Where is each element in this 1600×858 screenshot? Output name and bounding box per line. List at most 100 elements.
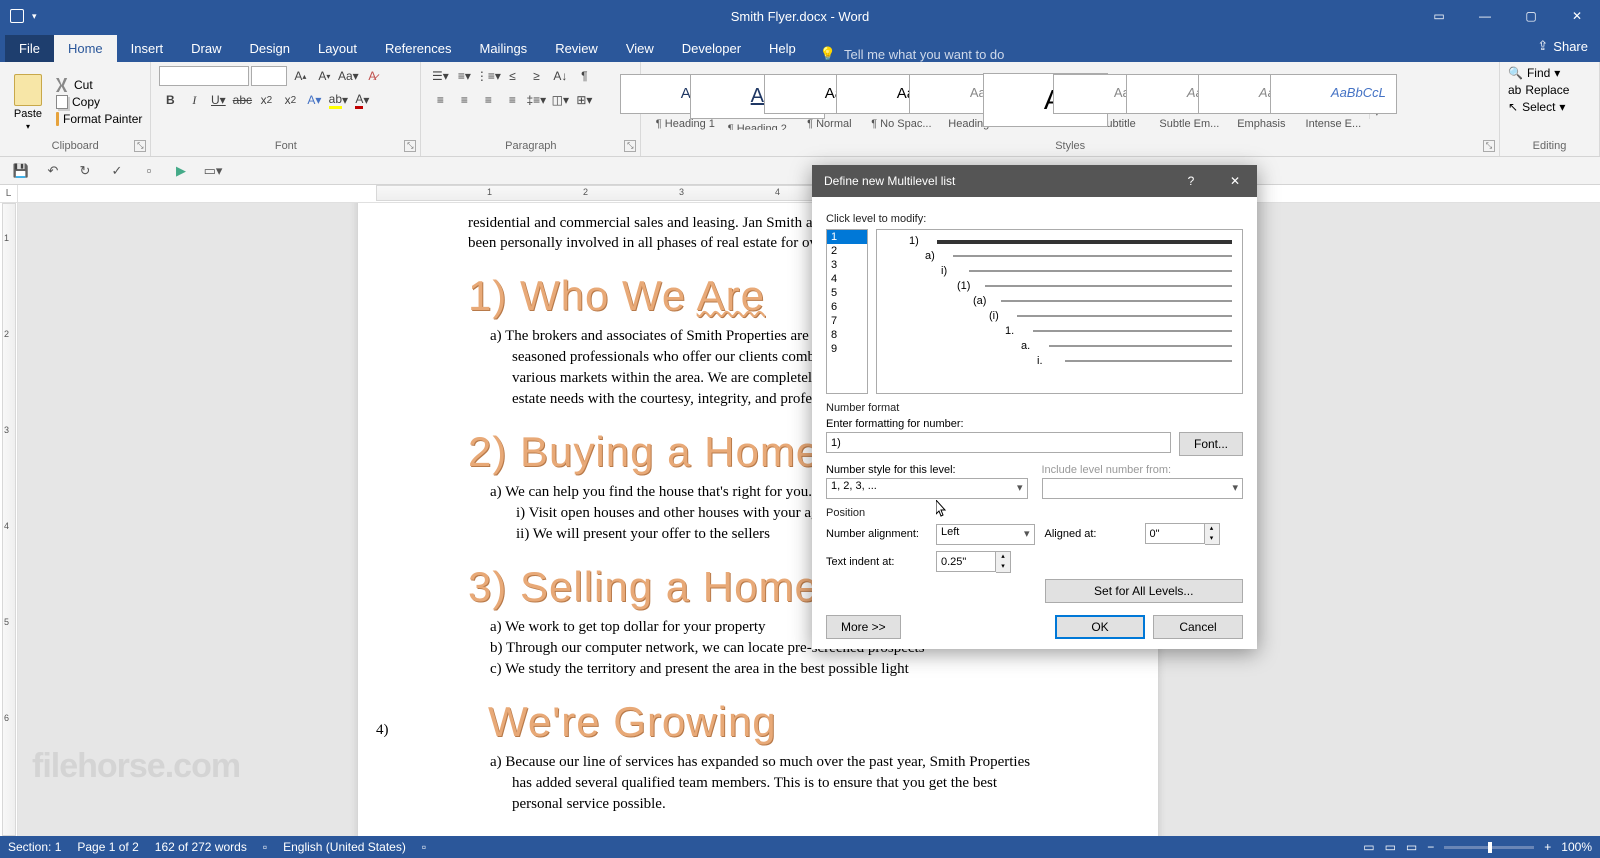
ok-button[interactable]: OK	[1055, 615, 1145, 639]
underline-button[interactable]: U▾	[207, 90, 229, 110]
autosave-icon[interactable]	[10, 9, 24, 23]
set-for-all-levels-button[interactable]: Set for All Levels...	[1045, 579, 1244, 603]
tab-layout[interactable]: Layout	[304, 35, 371, 62]
level-option-4[interactable]: 4	[827, 272, 867, 286]
superscript-button[interactable]: x2	[279, 90, 301, 110]
dialog-close-button[interactable]: ✕	[1213, 165, 1257, 197]
align-center-button[interactable]: ≡	[453, 90, 475, 110]
tell-me[interactable]: 💡 Tell me what you want to do	[820, 46, 1005, 62]
grow-font-button[interactable]: A▴	[289, 66, 311, 86]
font-size-combo[interactable]	[251, 66, 287, 86]
status-language[interactable]: English (United States)	[283, 840, 406, 854]
view-print-icon[interactable]: ▭	[1385, 840, 1396, 854]
tab-insert[interactable]: Insert	[117, 35, 178, 62]
play-icon[interactable]: ▶	[172, 162, 190, 180]
font-launcher[interactable]: ⤡	[404, 140, 416, 152]
sort-button[interactable]: A↓	[549, 66, 571, 86]
level-option-9[interactable]: 9	[827, 342, 867, 356]
number-style-select[interactable]: 1, 2, 3, ...	[826, 478, 1028, 499]
find-button[interactable]: 🔍Find ▾	[1508, 66, 1560, 80]
level-option-5[interactable]: 5	[827, 286, 867, 300]
share-button[interactable]: ⇪ Share	[1537, 38, 1588, 54]
zoom-in-button[interactable]: +	[1544, 840, 1551, 854]
bullets-button[interactable]: ☰▾	[429, 66, 451, 86]
line-spacing-button[interactable]: ‡≡▾	[525, 90, 547, 110]
select-button[interactable]: ↖Select ▾	[1508, 100, 1565, 114]
status-macro-icon[interactable]: ▫	[422, 840, 426, 854]
font-button[interactable]: Font...	[1179, 432, 1243, 456]
styles-launcher[interactable]: ⤡	[1483, 140, 1495, 152]
view-web-icon[interactable]: ▭	[1406, 840, 1417, 854]
tab-references[interactable]: References	[371, 35, 465, 62]
page-icon[interactable]: ▭▾	[204, 162, 222, 180]
multilevel-list-button[interactable]: ⋮≡▾	[477, 66, 499, 86]
tab-home[interactable]: Home	[54, 35, 117, 62]
aligned-at-spinner[interactable]: ▴▾	[1145, 523, 1244, 545]
redo-icon[interactable]: ↻	[76, 162, 94, 180]
decrease-indent-button[interactable]: ≤	[501, 66, 523, 86]
cut-button[interactable]: Cut	[56, 78, 142, 92]
font-name-combo[interactable]	[159, 66, 249, 86]
paragraph-launcher[interactable]: ⤡	[624, 140, 636, 152]
shrink-font-button[interactable]: A▾	[313, 66, 335, 86]
minimize-button[interactable]: —	[1462, 0, 1508, 32]
status-proofing-icon[interactable]: ▫	[263, 840, 267, 854]
vertical-ruler[interactable]: 123456	[0, 203, 18, 836]
justify-button[interactable]: ≡	[501, 90, 523, 110]
dialog-titlebar[interactable]: Define new Multilevel list ? ✕	[812, 165, 1257, 197]
level-option-2[interactable]: 2	[827, 244, 867, 258]
tab-design[interactable]: Design	[236, 35, 304, 62]
level-option-7[interactable]: 7	[827, 314, 867, 328]
borders-button[interactable]: ⊞▾	[573, 90, 595, 110]
qat-dropdown-icon[interactable]: ▾	[32, 11, 37, 22]
ribbon-display-options[interactable]: ▭	[1416, 0, 1462, 32]
font-color-button[interactable]: A▾	[351, 90, 373, 110]
increase-indent-button[interactable]: ≥	[525, 66, 547, 86]
status-section[interactable]: Section: 1	[8, 840, 61, 854]
touch-icon[interactable]: ✓	[108, 162, 126, 180]
status-words[interactable]: 162 of 272 words	[155, 840, 247, 854]
align-right-button[interactable]: ≡	[477, 90, 499, 110]
number-alignment-select[interactable]: Left	[936, 524, 1035, 545]
more-button[interactable]: More >>	[826, 615, 901, 639]
text-indent-input[interactable]	[936, 551, 996, 572]
level-option-3[interactable]: 3	[827, 258, 867, 272]
tab-review[interactable]: Review	[541, 35, 612, 62]
style-9[interactable]: AaBbCcLIntense E...	[1297, 73, 1369, 131]
maximize-button[interactable]: ▢	[1508, 0, 1554, 32]
level-option-6[interactable]: 6	[827, 300, 867, 314]
include-level-select[interactable]	[1042, 478, 1244, 499]
level-option-8[interactable]: 8	[827, 328, 867, 342]
undo-icon[interactable]: ↶	[44, 162, 62, 180]
tab-help[interactable]: Help	[755, 35, 810, 62]
tab-view[interactable]: View	[612, 35, 668, 62]
tab-file[interactable]: File	[5, 35, 54, 62]
save-icon[interactable]: 💾	[12, 162, 30, 180]
zoom-level[interactable]: 100%	[1561, 840, 1592, 854]
zoom-slider[interactable]	[1444, 846, 1534, 849]
new-doc-icon[interactable]: ▫	[140, 162, 158, 180]
replace-button[interactable]: abReplace	[1508, 83, 1569, 97]
highlight-button[interactable]: ab▾	[327, 90, 349, 110]
text-indent-spinner[interactable]: ▴▾	[936, 551, 1035, 573]
level-option-1[interactable]: 1	[827, 230, 867, 244]
cancel-button[interactable]: Cancel	[1153, 615, 1243, 639]
view-read-icon[interactable]: ▭	[1363, 840, 1374, 854]
align-left-button[interactable]: ≡	[429, 90, 451, 110]
tab-developer[interactable]: Developer	[668, 35, 755, 62]
tab-selector[interactable]: L	[0, 185, 18, 202]
tab-draw[interactable]: Draw	[177, 35, 235, 62]
bold-button[interactable]: B	[159, 90, 181, 110]
show-hide-button[interactable]: ¶	[573, 66, 595, 86]
format-painter-button[interactable]: Format Painter	[56, 112, 142, 126]
text-effects-button[interactable]: A▾	[303, 90, 325, 110]
level-list[interactable]: 123456789	[826, 229, 868, 394]
strikethrough-button[interactable]: abc	[231, 90, 253, 110]
dialog-help-button[interactable]: ?	[1169, 165, 1213, 197]
subscript-button[interactable]: x2	[255, 90, 277, 110]
shading-button[interactable]: ◫▾	[549, 90, 571, 110]
aligned-at-input[interactable]	[1145, 523, 1205, 544]
tab-mailings[interactable]: Mailings	[466, 35, 542, 62]
change-case-button[interactable]: Aa▾	[337, 66, 359, 86]
zoom-out-button[interactable]: −	[1427, 840, 1434, 854]
